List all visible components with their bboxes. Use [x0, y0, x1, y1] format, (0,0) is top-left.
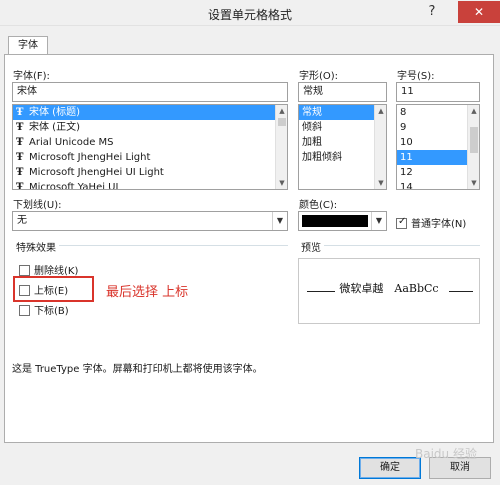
- truetype-icon: Ŧ: [16, 122, 24, 133]
- checkbox-icon[interactable]: [19, 264, 30, 276]
- size-label: 字号(S):: [397, 71, 435, 82]
- style-list[interactable]: 常规 倾斜 加粗 加粗倾斜 ▲ ▼: [298, 104, 387, 190]
- chevron-down-icon[interactable]: ▼: [272, 212, 287, 230]
- truetype-icon: Ŧ: [16, 137, 24, 148]
- underline-label: 下划线(U):: [13, 200, 62, 211]
- chevron-down-icon[interactable]: ▼: [371, 212, 386, 230]
- normal-font-checkbox[interactable]: 普通字体(N): [396, 215, 466, 230]
- tab-font[interactable]: 字体: [8, 36, 48, 55]
- style-list-item[interactable]: 加粗: [299, 135, 386, 150]
- font-list-item[interactable]: Ŧ 宋体 (正文): [13, 120, 287, 135]
- preview-title: 预览: [298, 239, 324, 254]
- scroll-down-icon[interactable]: ▼: [276, 177, 287, 189]
- truetype-icon: Ŧ: [16, 167, 24, 178]
- scroll-up-icon[interactable]: ▲: [375, 105, 386, 117]
- font-list-item[interactable]: Ŧ Microsoft YaHei UI: [13, 180, 287, 190]
- preview-divider: [320, 245, 480, 246]
- underline-value: 无: [17, 215, 27, 226]
- subscript-checkbox[interactable]: 下标(B): [19, 302, 69, 317]
- truetype-icon: Ŧ: [16, 182, 24, 190]
- style-label: 字形(O):: [299, 71, 339, 82]
- font-label: 字体(F):: [13, 71, 50, 82]
- checkbox-icon[interactable]: [19, 304, 30, 316]
- font-list-item[interactable]: Ŧ Microsoft JhengHei Light: [13, 150, 287, 165]
- watermark: Baidu 经验: [415, 447, 477, 461]
- color-picker[interactable]: ▼: [298, 211, 387, 231]
- truetype-icon: Ŧ: [16, 107, 24, 118]
- color-swatch: [302, 215, 368, 227]
- size-input[interactable]: 11: [396, 82, 480, 102]
- close-button[interactable]: ✕: [458, 1, 500, 23]
- font-list[interactable]: Ŧ 宋体 (标题) Ŧ 宋体 (正文) Ŧ Arial Unicode MS Ŧ Mic…: [12, 104, 288, 190]
- font-list-scrollbar[interactable]: ▲ ▼: [275, 105, 287, 189]
- font-list-item[interactable]: Ŧ 宋体 (标题): [13, 105, 276, 120]
- preview-baseline-right: [449, 291, 473, 292]
- size-list[interactable]: 8 9 10 11 12 14 ▲ ▼: [396, 104, 480, 190]
- preview-box: 微软卓越 AaBbCc: [298, 258, 480, 324]
- info-text: 这是 TrueType 字体。屏幕和打印机上都将使用该字体。: [12, 364, 263, 375]
- style-list-item[interactable]: 加粗倾斜: [299, 150, 386, 165]
- scroll-up-icon[interactable]: ▲: [468, 105, 479, 117]
- highlight-box: [13, 276, 94, 302]
- style-list-scrollbar[interactable]: ▲ ▼: [374, 105, 386, 189]
- truetype-icon: Ŧ: [16, 152, 24, 163]
- effects-title: 特殊效果: [13, 239, 59, 254]
- preview-sample: 微软卓越 AaBbCc: [339, 282, 439, 295]
- size-list-item[interactable]: 11: [397, 150, 468, 165]
- scroll-down-icon[interactable]: ▼: [468, 177, 479, 189]
- style-list-item[interactable]: 倾斜: [299, 120, 386, 135]
- font-list-item[interactable]: Ŧ Microsoft JhengHei UI Light: [13, 165, 287, 180]
- annotation-text: 最后选择 上标: [106, 285, 189, 300]
- scroll-up-icon[interactable]: ▲: [276, 105, 287, 117]
- underline-select[interactable]: 无 ▼: [12, 211, 288, 231]
- help-button[interactable]: ?: [418, 1, 446, 23]
- scroll-thumb[interactable]: [470, 127, 478, 153]
- scroll-thumb[interactable]: [278, 118, 286, 126]
- ok-button[interactable]: 确定: [359, 457, 421, 479]
- title-bar: 设置单元格格式 ? ✕: [0, 0, 500, 26]
- color-label: 颜色(C):: [299, 200, 338, 211]
- style-input[interactable]: 常规: [298, 82, 387, 102]
- checkbox-checked-icon[interactable]: [396, 216, 407, 229]
- style-list-item[interactable]: 常规: [299, 105, 375, 120]
- scroll-down-icon[interactable]: ▼: [375, 177, 386, 189]
- strikethrough-checkbox[interactable]: 删除线(K): [19, 262, 78, 277]
- font-list-item[interactable]: Ŧ Arial Unicode MS: [13, 135, 287, 150]
- size-list-scrollbar[interactable]: ▲ ▼: [467, 105, 479, 189]
- font-input[interactable]: 宋体: [12, 82, 288, 102]
